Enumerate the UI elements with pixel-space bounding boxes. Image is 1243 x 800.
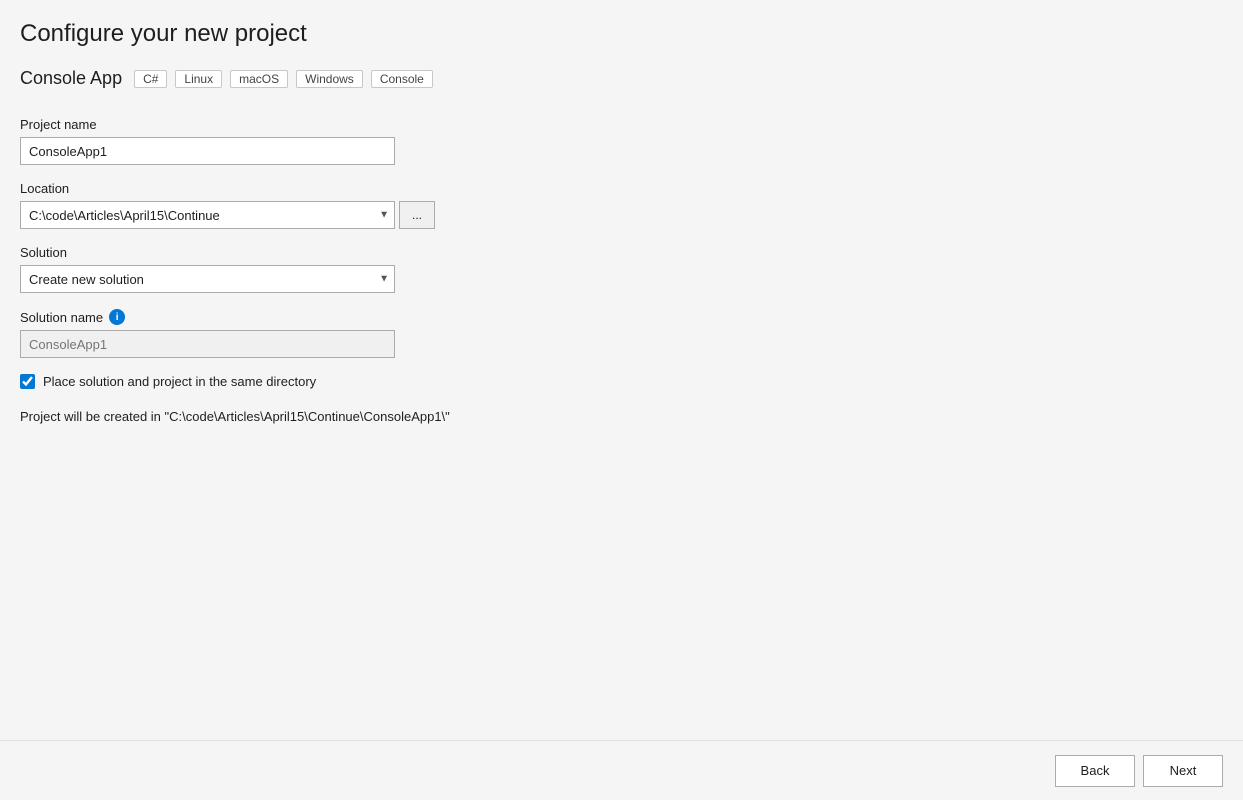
next-button[interactable]: Next bbox=[1143, 755, 1223, 787]
project-type-row: Console App C# Linux macOS Windows Conso… bbox=[20, 68, 1213, 89]
back-button[interactable]: Back bbox=[1055, 755, 1135, 787]
solution-dropdown[interactable]: Create new solution Add to existing solu… bbox=[20, 265, 395, 293]
location-dropdown-wrapper: ▼ bbox=[20, 201, 395, 229]
location-input-row: ▼ ... bbox=[20, 201, 770, 229]
solution-label: Solution bbox=[20, 245, 770, 260]
form-section: Project name Location ▼ ... Solution Cre… bbox=[20, 117, 770, 444]
solution-name-input[interactable] bbox=[20, 330, 395, 358]
page-title: Configure your new project bbox=[20, 20, 1213, 48]
tag-csharp: C# bbox=[134, 70, 167, 88]
solution-name-label: Solution name bbox=[20, 310, 103, 325]
tag-linux: Linux bbox=[175, 70, 222, 88]
project-name-label: Project name bbox=[20, 117, 770, 132]
solution-name-group: Solution name i bbox=[20, 309, 770, 358]
tag-console: Console bbox=[371, 70, 433, 88]
project-path-info: Project will be created in "C:\code\Arti… bbox=[20, 409, 770, 424]
location-group: Location ▼ ... bbox=[20, 181, 770, 229]
bottom-bar: Back Next bbox=[0, 740, 1243, 800]
solution-dropdown-wrapper: Create new solution Add to existing solu… bbox=[20, 265, 395, 293]
tag-windows: Windows bbox=[296, 70, 363, 88]
location-input[interactable] bbox=[20, 201, 395, 229]
same-directory-checkbox-row: Place solution and project in the same d… bbox=[20, 374, 770, 389]
solution-name-label-row: Solution name i bbox=[20, 309, 770, 325]
same-directory-checkbox[interactable] bbox=[20, 374, 35, 389]
tag-macos: macOS bbox=[230, 70, 288, 88]
solution-name-info-icon: i bbox=[109, 309, 125, 325]
project-name-input[interactable] bbox=[20, 137, 395, 165]
project-name-group: Project name bbox=[20, 117, 770, 165]
solution-group: Solution Create new solution Add to exis… bbox=[20, 245, 770, 293]
project-type-name: Console App bbox=[20, 68, 122, 89]
browse-button[interactable]: ... bbox=[399, 201, 435, 229]
location-label: Location bbox=[20, 181, 770, 196]
same-directory-label: Place solution and project in the same d… bbox=[43, 374, 316, 389]
